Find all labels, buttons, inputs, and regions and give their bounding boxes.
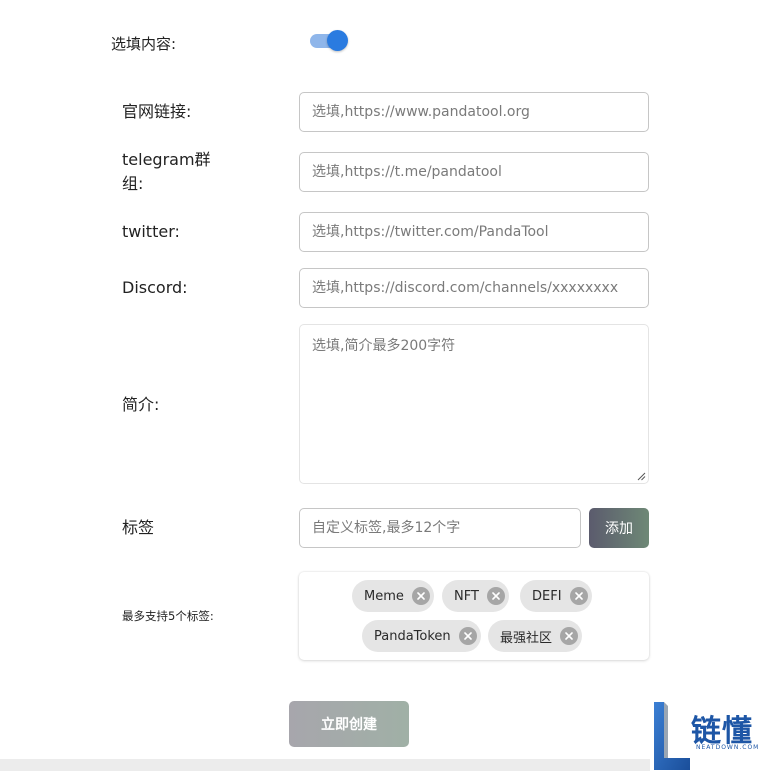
tag-chip: PandaToken [362,620,481,652]
watermark-subtext: NEATDOWN.COM [696,744,760,751]
website-label: 官网链接: [122,102,192,121]
tag-chip-label: Meme [364,588,404,604]
tag-chip-label: PandaToken [374,628,451,644]
tags-limit-label: 最多支持5个标签: [122,609,214,623]
optional-content-toggle[interactable] [310,30,348,52]
toggle-knob [327,30,348,51]
telegram-input[interactable] [299,152,649,192]
twitter-label: twitter: [122,222,180,241]
optional-content-label: 选填内容: [111,35,177,53]
tag-chip-label: NFT [454,588,479,604]
telegram-label: telegram群 组: [122,148,211,196]
telegram-label-line1: telegram群 [122,150,211,169]
intro-textarea[interactable] [299,324,649,484]
logo-l-icon [654,702,690,770]
twitter-input[interactable] [299,212,649,252]
remove-tag-icon[interactable] [458,627,477,645]
resize-grip-icon[interactable] [636,471,646,481]
intro-label: 简介: [122,395,160,414]
tag-chip: 最强社区 [488,620,583,652]
website-input[interactable] [299,92,649,132]
remove-tag-icon[interactable] [560,627,579,645]
tag-chip: DEFI [520,580,592,612]
remove-tag-icon[interactable] [411,587,430,605]
add-tag-button[interactable]: 添加 [589,508,649,548]
tag-chip-label: 最强社区 [500,630,553,646]
tag-list: Meme NFT DEFI PandaToken 最强社区 [299,572,649,660]
tag-chip: NFT [442,580,509,612]
discord-label: Discord: [122,278,188,297]
tags-label: 标签 [122,518,155,537]
optional-content-row: 选填内容: [111,30,371,54]
tag-chip: Meme [352,580,434,612]
remove-tag-icon[interactable] [486,587,505,605]
tag-chip-label: DEFI [532,588,562,604]
bottom-scrollbar[interactable] [0,759,650,771]
remove-tag-icon[interactable] [569,587,588,605]
tag-input[interactable] [299,508,581,548]
telegram-label-line2: 组: [122,174,144,193]
discord-input[interactable] [299,268,649,308]
create-now-button[interactable]: 立即创建 [289,701,409,747]
watermark-logo: 链懂 NEATDOWN.COM [652,700,766,771]
